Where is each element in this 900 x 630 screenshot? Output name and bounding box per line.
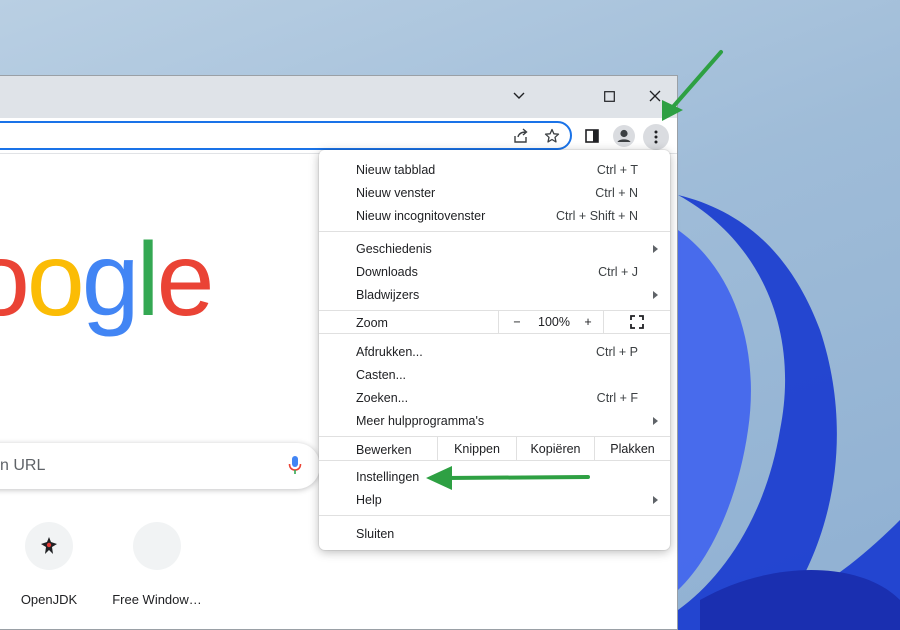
menu-item-help[interactable]: Help <box>319 488 670 511</box>
search-placeholder: n URL <box>0 457 46 474</box>
menu-item-cast[interactable]: Casten... <box>319 363 670 386</box>
menu-shortcut: Ctrl + J <box>598 264 638 279</box>
share-icon[interactable] <box>508 123 534 149</box>
menu-item-new-tab[interactable]: Nieuw tabblad Ctrl + T <box>319 158 670 181</box>
microphone-icon[interactable] <box>288 455 302 480</box>
copy-button[interactable]: Kopiëren <box>516 437 594 460</box>
menu-item-label: Casten... <box>356 367 407 382</box>
zoom-value: 100% <box>535 311 573 333</box>
menu-item-label: Nieuw tabblad <box>356 162 436 177</box>
paste-button[interactable]: Plakken <box>594 437 670 460</box>
submenu-arrow-icon <box>653 416 658 425</box>
menu-item-label: Nieuw venster <box>356 185 436 200</box>
menu-item-label: Zoeken... <box>356 390 409 405</box>
menu-item-bookmarks[interactable]: Bladwijzers <box>319 283 670 306</box>
edit-row: Bewerken Knippen Kopiëren Plakken <box>319 436 670 461</box>
menu-item-label: Downloads <box>356 264 418 279</box>
zoom-row: Zoom − 100% + <box>319 310 670 334</box>
copy-label: Kopiëren <box>530 441 581 456</box>
shortcut-label: Free Window… <box>112 592 202 607</box>
zoom-minus-label: − <box>513 315 521 329</box>
cut-button[interactable]: Knippen <box>437 437 516 460</box>
menu-item-settings[interactable]: Instellingen <box>319 465 670 488</box>
menu-shortcut: Ctrl + T <box>596 162 638 177</box>
restore-button[interactable] <box>587 80 631 112</box>
menu-item-new-incognito[interactable]: Nieuw incognitovenster Ctrl + Shift + N <box>319 204 670 227</box>
menu-item-label: Meer hulpprogramma's <box>356 413 485 428</box>
menu-item-label: Bladwijzers <box>356 287 420 302</box>
star-icon[interactable] <box>539 123 565 149</box>
menu-item-downloads[interactable]: Downloads Ctrl + J <box>319 260 670 283</box>
menu-divider <box>319 231 670 232</box>
google-logo: oogle <box>0 222 214 338</box>
zoom-value-text: 100% <box>538 315 570 329</box>
shortcut-label: OpenJDK <box>20 592 78 607</box>
chevron-down-icon[interactable] <box>497 80 541 112</box>
side-panel-icon[interactable] <box>579 123 605 149</box>
blank-icon <box>133 522 181 570</box>
menu-item-label: Instellingen <box>356 469 420 484</box>
menu-item-label: Nieuw incognitovenster <box>356 208 486 223</box>
menu-item-find[interactable]: Zoeken... Ctrl + F <box>319 386 670 409</box>
toolbar <box>0 118 677 154</box>
menu-item-label: Sluiten <box>356 526 395 541</box>
menu-item-label: Geschiedenis <box>356 241 432 256</box>
menu-dots-icon[interactable] <box>643 124 669 150</box>
menu-shortcut: Ctrl + Shift + N <box>556 208 638 223</box>
close-button[interactable] <box>633 80 677 112</box>
menu-item-new-window[interactable]: Nieuw venster Ctrl + N <box>319 181 670 204</box>
menu-divider <box>319 515 670 516</box>
submenu-arrow-icon <box>653 290 658 299</box>
fullscreen-icon[interactable] <box>603 311 670 333</box>
search-box[interactable]: n URL <box>0 443 320 489</box>
address-bar[interactable] <box>0 121 572 150</box>
shortcut-free-windows[interactable]: Free Window… <box>102 522 212 607</box>
menu-item-label: Afdrukken... <box>356 344 423 359</box>
menu-shortcut: Ctrl + F <box>596 390 638 405</box>
zoom-in-button[interactable]: + <box>573 311 603 333</box>
openjdk-icon <box>25 522 73 570</box>
submenu-arrow-icon <box>653 495 658 504</box>
submenu-arrow-icon <box>653 244 658 253</box>
zoom-plus-label: + <box>584 315 592 329</box>
menu-item-exit[interactable]: Sluiten <box>319 522 670 545</box>
title-bar <box>0 76 677 118</box>
menu-item-more-tools[interactable]: Meer hulpprogramma's <box>319 409 670 432</box>
zoom-label: Zoom <box>356 316 388 330</box>
cut-label: Knippen <box>454 441 500 456</box>
menu-shortcut: Ctrl + N <box>595 185 638 200</box>
paste-label: Plakken <box>610 441 655 456</box>
menu-item-print[interactable]: Afdrukken... Ctrl + P <box>319 340 670 363</box>
menu-item-history[interactable]: Geschiedenis <box>319 237 670 260</box>
edit-label: Bewerken <box>356 443 412 457</box>
profile-icon[interactable] <box>611 123 637 149</box>
shortcut-openjdk[interactable]: OpenJDK <box>0 522 104 607</box>
chrome-menu: Nieuw tabblad Ctrl + T Nieuw venster Ctr… <box>319 150 670 550</box>
menu-shortcut: Ctrl + P <box>595 344 638 359</box>
menu-item-label: Help <box>356 492 382 507</box>
zoom-out-button[interactable]: − <box>498 311 535 333</box>
